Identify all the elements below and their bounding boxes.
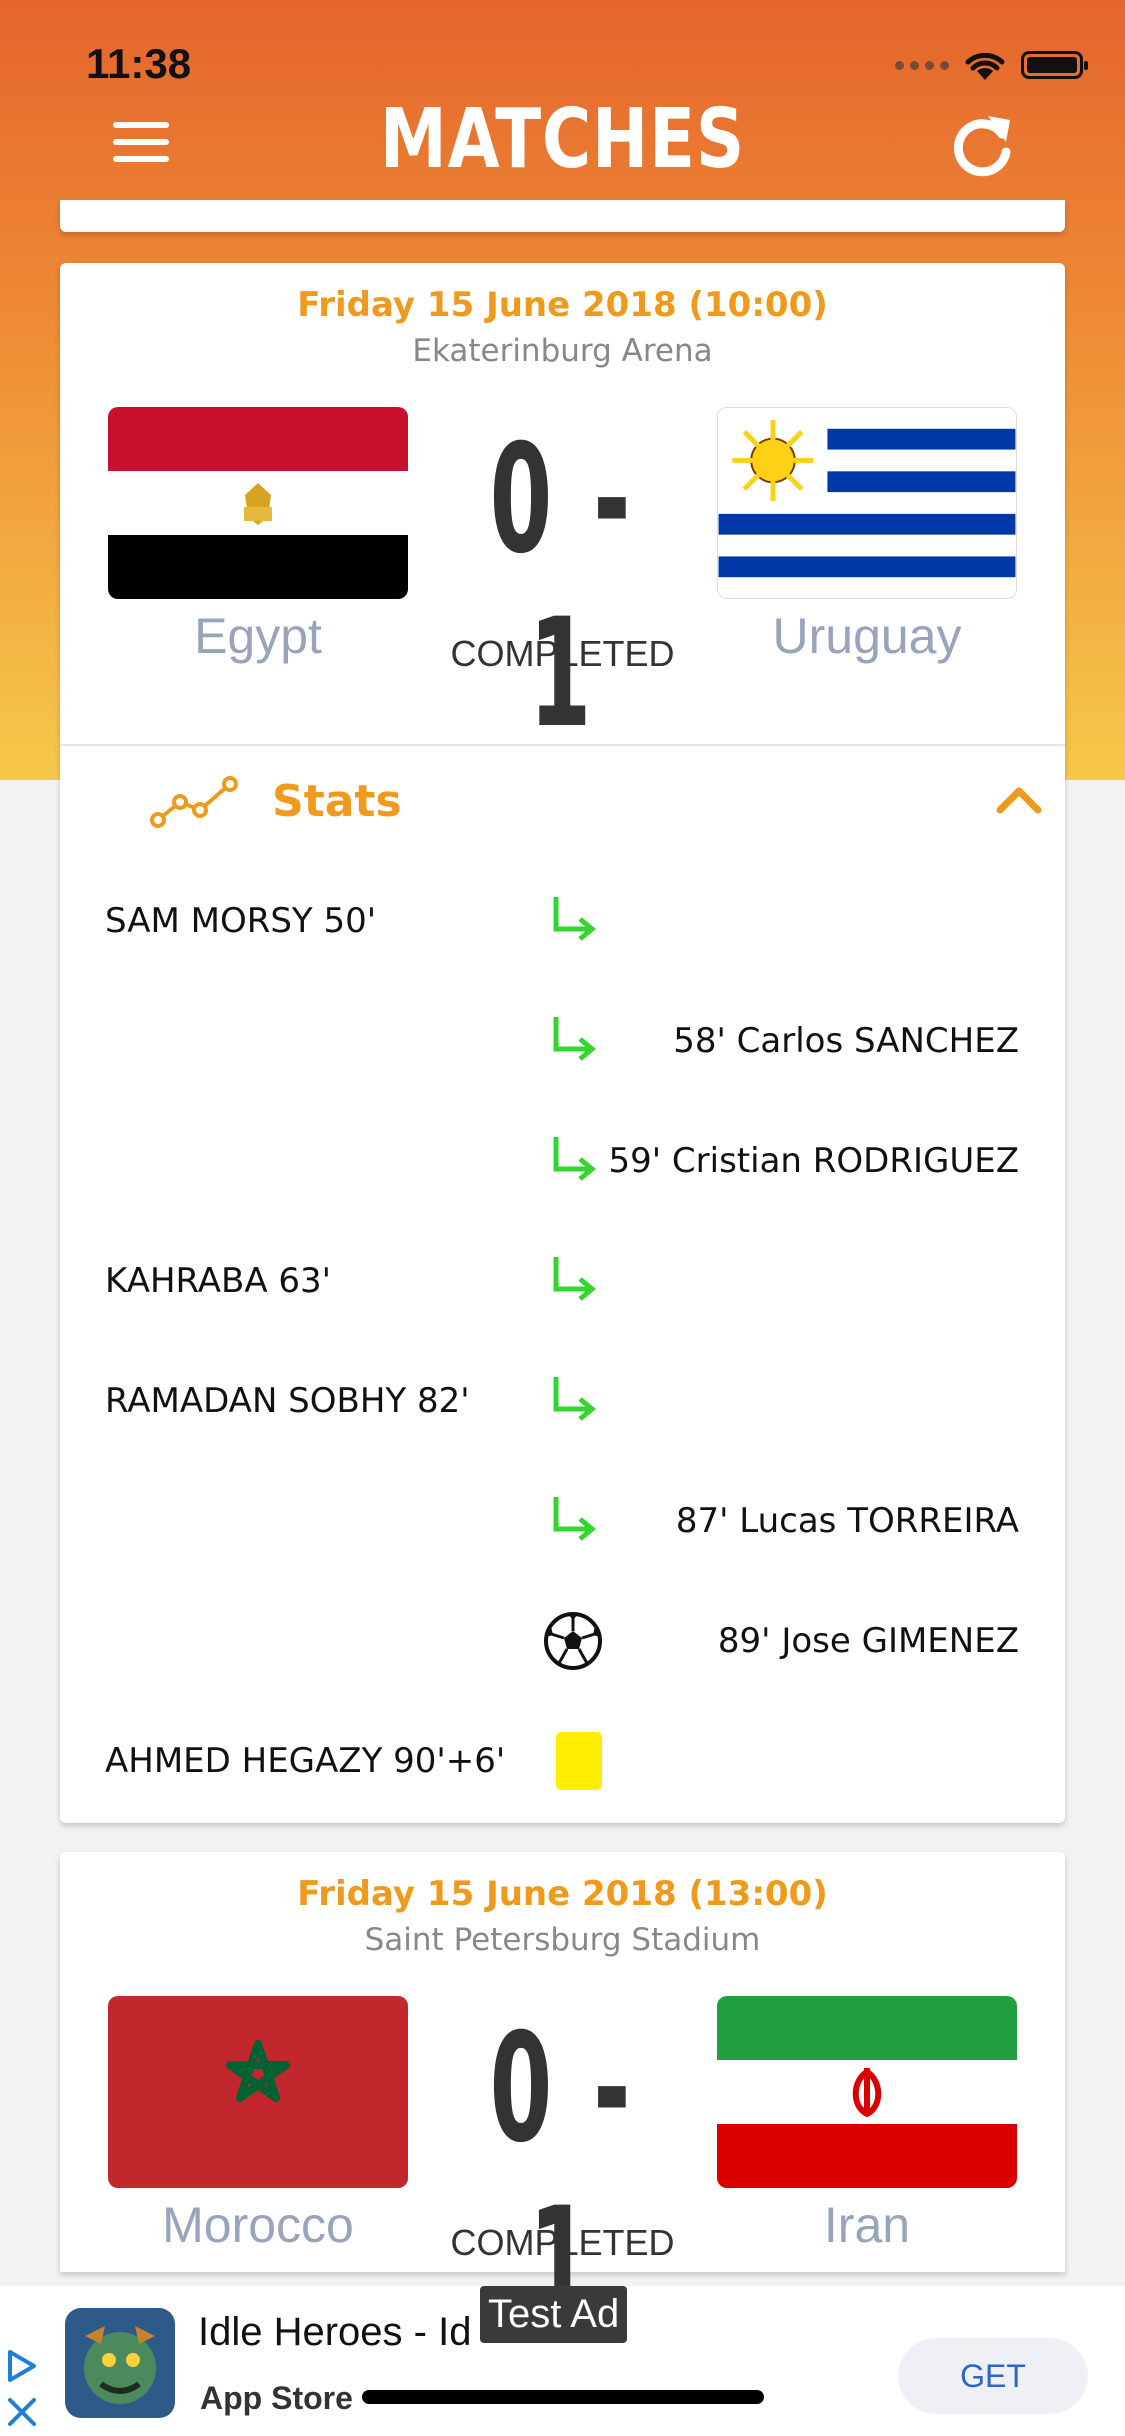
stats-toggle[interactable]: Stats (150, 768, 1050, 848)
event-player-away: 59' Cristian RODRIGUEZ (608, 1141, 1020, 1181)
home-team-name: Morocco (162, 2197, 354, 2253)
match-card[interactable]: Friday 15 June 2018 (13:00) Saint Peters… (60, 1852, 1065, 2350)
ad-app-icon (65, 2308, 175, 2418)
wifi-icon (965, 52, 1005, 80)
ad-choices-icon[interactable] (4, 2348, 40, 2384)
substitution-icon (553, 1257, 596, 1301)
match-event-row: 87' Lucas TORREIRA (60, 1483, 1065, 1563)
ad-banner[interactable]: Idle Heroes - Id App Store GET Test Ad (0, 2286, 1125, 2436)
event-player-away: 87' Lucas TORREIRA (675, 1501, 1019, 1541)
match-event-row: KAHRABA 63' (60, 1243, 1065, 1323)
event-player-home: SAM MORSY 50' (105, 901, 377, 941)
match-event-row: RAMADAN SOBHY 82' (60, 1363, 1065, 1443)
substitution-icon (553, 1497, 596, 1541)
match-event-row: SAM MORSY 50' (60, 883, 1065, 963)
signal-icon (895, 60, 949, 70)
ad-title: Idle Heroes - Id (198, 2310, 472, 2354)
chevron-up-icon[interactable] (994, 780, 1044, 820)
event-player-home: KAHRABA 63' (105, 1261, 332, 1301)
substitution-icon (553, 1137, 596, 1181)
test-ad-badge: Test Ad (480, 2286, 628, 2343)
substitution-icon (553, 1377, 596, 1421)
match-date: Friday 15 June 2018 (13:00) (297, 1874, 828, 1914)
match-score: 0 - 1 (489, 413, 636, 761)
home-indicator[interactable] (362, 2390, 764, 2404)
uruguay-flag-icon (717, 407, 1017, 599)
previous-match-card (60, 200, 1065, 232)
substitution-icon (553, 1017, 596, 1061)
home-team-name: Egypt (194, 608, 322, 664)
divider (60, 744, 1065, 746)
match-status: COMPLETED (450, 2222, 675, 2263)
match-venue: Saint Petersburg Stadium (364, 1922, 761, 1958)
stats-label: Stats (272, 776, 402, 827)
substitution-icon (553, 897, 596, 941)
iran-flag-icon (717, 1996, 1017, 2188)
match-event-row: AHMED HEGAZY 90'+6' (60, 1723, 1065, 1803)
egypt-flag-icon (108, 407, 408, 599)
match-event-row: 89' Jose GIMENEZ (60, 1603, 1065, 1683)
away-team-name: Uruguay (772, 608, 962, 664)
stats-chart-icon (150, 776, 238, 828)
match-event-row: 58' Carlos SANCHEZ (60, 1003, 1065, 1083)
close-icon[interactable] (4, 2394, 40, 2430)
morocco-flag-icon (108, 1996, 408, 2188)
match-status: COMPLETED (450, 633, 675, 674)
match-card[interactable]: Friday 15 June 2018 (10:00) Ekaterinburg… (60, 263, 1065, 1823)
yellow-card-icon (556, 1732, 602, 1790)
page-title: MATCHES (379, 92, 746, 187)
ad-get-button[interactable]: GET (898, 2338, 1088, 2414)
away-team-name: Iran (823, 2197, 911, 2253)
match-venue: Ekaterinburg Arena (412, 333, 713, 369)
battery-icon (1021, 51, 1088, 79)
ad-store-label: App Store (200, 2380, 353, 2416)
status-time: 11:38 (86, 40, 192, 87)
event-player-home: AHMED HEGAZY 90'+6' (105, 1741, 506, 1781)
event-player-home: RAMADAN SOBHY 82' (105, 1381, 470, 1421)
refresh-icon[interactable] (948, 110, 1018, 180)
event-player-away: 58' Carlos SANCHEZ (673, 1021, 1019, 1061)
status-icons (895, 48, 1088, 82)
event-player-away: 89' Jose GIMENEZ (717, 1621, 1019, 1661)
match-event-row: 59' Cristian RODRIGUEZ (60, 1123, 1065, 1203)
match-date: Friday 15 June 2018 (10:00) (297, 285, 828, 325)
soccer-ball-icon (544, 1612, 602, 1670)
